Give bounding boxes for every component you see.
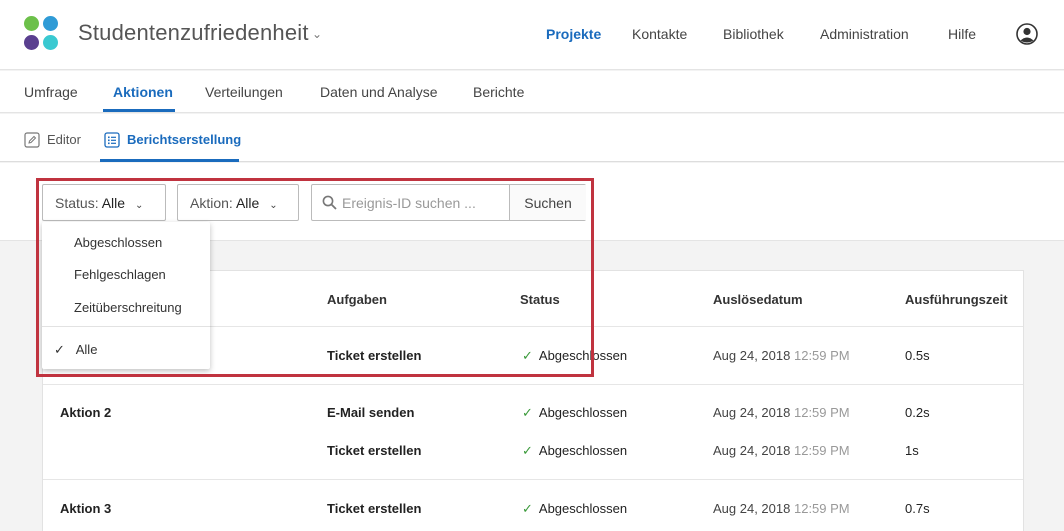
nav-hilfe[interactable]: Hilfe [948,26,976,42]
trigger-date: Aug 24, 2018 [713,348,791,363]
table-row-duration: 0.7s [905,501,930,516]
row-divider [43,479,1023,480]
active-subtab-indicator [100,159,239,162]
status-text: Abgeschlossen [538,348,628,363]
list-icon [104,132,120,148]
project-tabs: Umfrage Aktionen Verteilungen Daten und … [0,71,1064,113]
action-filter-select[interactable]: Aktion: Alle ⌄ [177,184,299,221]
table-row-task: Ticket erstellen [327,443,422,458]
active-tab-indicator [103,109,175,112]
dropdown-option-zeitueberschreitung[interactable]: Zeitüberschreitung [74,300,182,315]
event-id-search-input[interactable] [342,185,508,220]
column-header-status: Status [520,292,560,307]
row-divider [43,384,1023,385]
chevron-down-icon: ⌄ [134,200,144,211]
checkmark-icon: ✓ [522,348,533,363]
sub-tabs: Editor Berichtserstellung [0,114,1064,162]
user-account-icon[interactable] [1016,23,1038,45]
project-title[interactable]: Studentenzufriedenheit [78,20,309,46]
table-row-date: Aug 24, 2018 12:59 PM [713,405,850,420]
status-text: Abgeschlossen [538,501,628,516]
table-row-status: ✓ Abgeschlossen [522,443,627,459]
column-header-duration: Ausführungszeit [905,292,1008,307]
nav-bibliothek[interactable]: Bibliothek [723,26,784,42]
dropdown-option-label: Alle [75,342,98,357]
trigger-date: Aug 24, 2018 [713,501,791,516]
table-row-task: Ticket erstellen [327,501,422,516]
action-filter-label: Aktion: [190,195,233,211]
nav-projekte[interactable]: Projekte [546,26,601,42]
subtab-editor[interactable]: Editor [47,132,81,147]
event-search: Suchen [311,184,586,221]
column-header-tasks: Aufgaben [327,292,387,307]
dropdown-divider [42,326,210,327]
subtab-berichtserstellung[interactable]: Berichtserstellung [127,132,241,147]
trigger-time: 12:59 PM [793,443,850,458]
table-row-status: ✓ Abgeschlossen [522,501,627,517]
tab-berichte[interactable]: Berichte [473,84,524,100]
column-header-trigger-date: Auslösedatum [713,292,803,307]
checkmark-icon: ✓ [54,342,65,357]
tab-aktionen[interactable]: Aktionen [113,84,173,100]
table-row-duration: 0.2s [905,405,930,420]
status-dropdown-menu: Abgeschlossen Fehlgeschlagen Zeitübersch… [42,222,210,369]
table-row-date: Aug 24, 2018 12:59 PM [713,348,850,363]
pencil-icon [24,132,40,148]
top-bar: Studentenzufriedenheit ⌄ Projekte Kontak… [0,0,1064,70]
brand-logo-icon[interactable] [24,16,60,52]
dropdown-option-abgeschlossen[interactable]: Abgeschlossen [74,235,162,250]
nav-administration[interactable]: Administration [820,26,909,42]
table-row-task: E-Mail senden [327,405,415,420]
checkmark-icon: ✓ [522,443,533,458]
table-row-duration: 1s [905,443,919,458]
chevron-down-icon: ⌄ [269,200,278,211]
table-row-date: Aug 24, 2018 12:59 PM [713,443,850,458]
trigger-date: Aug 24, 2018 [713,443,791,458]
trigger-time: 12:59 PM [793,348,850,363]
status-text: Abgeschlossen [538,443,628,458]
tab-verteilungen[interactable]: Verteilungen [205,84,283,100]
trigger-date: Aug 24, 2018 [713,405,791,420]
status-text: Abgeschlossen [538,405,628,420]
checkmark-icon: ✓ [522,405,533,420]
table-row-status: ✓ Abgeschlossen [522,348,627,364]
table-row-date: Aug 24, 2018 12:59 PM [713,501,850,516]
checkmark-icon: ✓ [522,501,533,516]
table-row-status: ✓ Abgeschlossen [522,405,627,421]
trigger-time: 12:59 PM [793,405,850,420]
status-filter-value: Alle [101,195,126,211]
nav-kontakte[interactable]: Kontakte [632,26,687,42]
search-icon [322,195,337,210]
dropdown-option-alle[interactable]: ✓ Alle [54,342,97,358]
table-row-action[interactable]: Aktion 3 [60,501,111,516]
status-filter-label: Status: [55,195,99,211]
status-filter-select[interactable]: Status: Alle ⌄ [42,184,166,221]
table-row-duration: 0.5s [905,348,930,363]
chevron-down-icon[interactable]: ⌄ [312,27,322,41]
tab-umfrage[interactable]: Umfrage [24,84,78,100]
dropdown-option-fehlgeschlagen[interactable]: Fehlgeschlagen [74,267,166,282]
tab-daten-und-analyse[interactable]: Daten und Analyse [320,84,438,100]
table-row-action[interactable]: Aktion 2 [60,405,111,420]
table-row-task: Ticket erstellen [327,348,422,363]
trigger-time: 12:59 PM [793,501,850,516]
action-filter-value: Alle [235,195,260,211]
search-button[interactable]: Suchen [509,185,586,220]
